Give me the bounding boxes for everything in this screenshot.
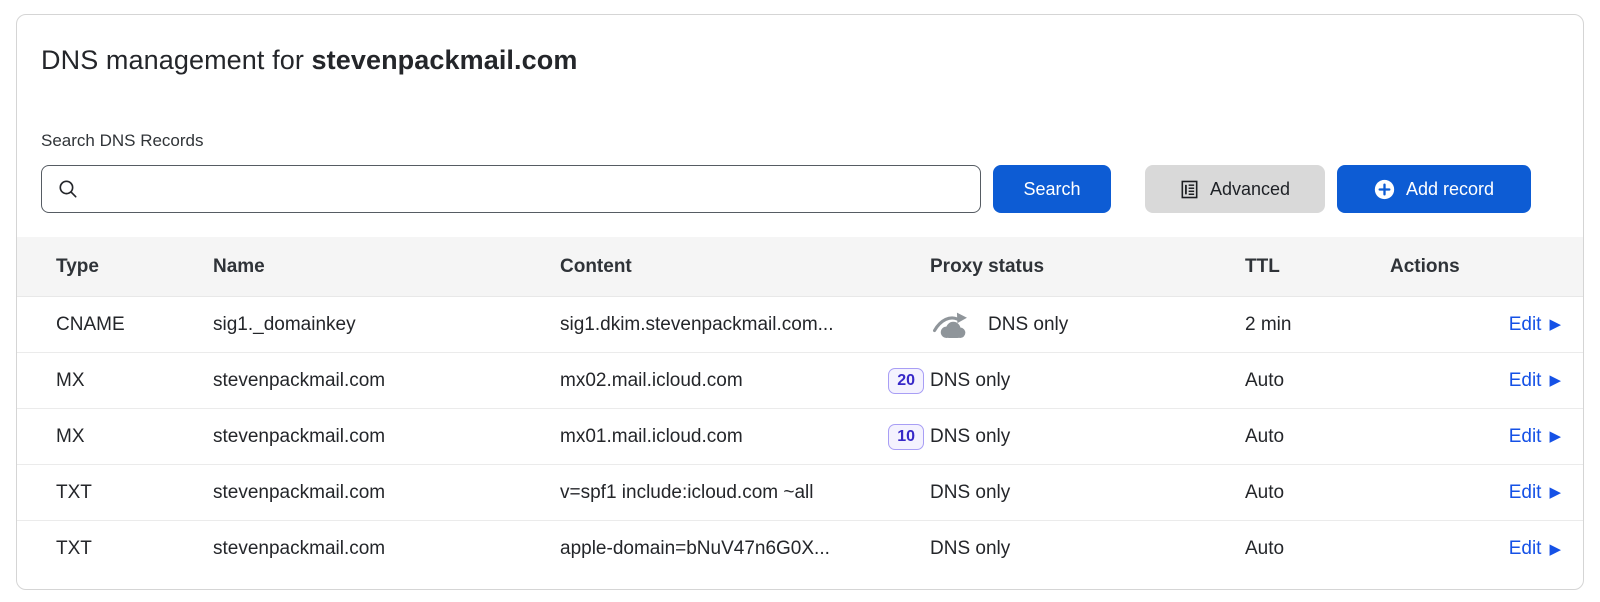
right-triangle-icon: ▶: [1549, 542, 1561, 557]
column-header-ttl: TTL: [1245, 256, 1390, 278]
right-triangle-icon: ▶: [1549, 485, 1561, 500]
record-name: stevenpackmail.com: [213, 370, 560, 392]
record-ttl: Auto: [1245, 538, 1390, 560]
add-record-button-label: Add record: [1406, 179, 1494, 200]
table-row: MX stevenpackmail.com mx02.mail.icloud.c…: [17, 353, 1583, 409]
column-header-actions: Actions: [1390, 256, 1583, 278]
record-ttl: 2 min: [1245, 314, 1390, 336]
record-ttl: Auto: [1245, 370, 1390, 392]
record-name: sig1._domainkey: [213, 314, 560, 336]
record-type: TXT: [17, 538, 213, 560]
plus-circle-icon: [1374, 179, 1395, 200]
domain-name: stevenpackmail.com: [312, 45, 578, 75]
record-type: MX: [17, 370, 213, 392]
page-title-prefix: DNS management for: [41, 45, 312, 75]
search-button-label: Search: [1023, 179, 1080, 200]
edit-link[interactable]: Edit ▶: [1509, 370, 1561, 392]
table-row: TXT stevenpackmail.com apple-domain=bNuV…: [17, 521, 1583, 577]
column-header-proxy-status: Proxy status: [930, 256, 1245, 278]
table-row: TXT stevenpackmail.com v=spf1 include:ic…: [17, 465, 1583, 521]
proxy-status-text: DNS only: [930, 538, 1010, 560]
record-ttl: Auto: [1245, 426, 1390, 448]
page-title: DNS management for stevenpackmail.com: [17, 45, 1583, 76]
column-header-content: Content: [560, 256, 930, 278]
priority-badge: 20: [888, 368, 924, 394]
record-name: stevenpackmail.com: [213, 482, 560, 504]
column-header-name: Name: [213, 256, 560, 278]
record-content: v=spf1 include:icloud.com ~all: [560, 482, 813, 504]
priority-badge: 10: [888, 424, 924, 450]
record-content: mx02.mail.icloud.com: [560, 370, 743, 392]
search-toolbar: Search Advanced Add record: [17, 165, 1583, 213]
record-type: MX: [17, 426, 213, 448]
table-header-row: Type Name Content Proxy status TTL Actio…: [17, 237, 1583, 297]
record-content: sig1.dkim.stevenpackmail.com...: [560, 314, 834, 336]
proxy-status-text: DNS only: [930, 426, 1010, 448]
record-type: CNAME: [17, 314, 213, 336]
edit-link-label: Edit: [1509, 538, 1542, 560]
right-triangle-icon: ▶: [1549, 373, 1561, 388]
edit-link-label: Edit: [1509, 482, 1542, 504]
right-triangle-icon: ▶: [1549, 429, 1561, 444]
search-label: Search DNS Records: [17, 131, 1583, 151]
dns-management-card: DNS management for stevenpackmail.com Se…: [16, 14, 1584, 590]
search-button[interactable]: Search: [993, 165, 1111, 213]
edit-link-label: Edit: [1509, 370, 1542, 392]
edit-link[interactable]: Edit ▶: [1509, 538, 1561, 560]
record-ttl: Auto: [1245, 482, 1390, 504]
column-header-type: Type: [17, 256, 213, 278]
advanced-button[interactable]: Advanced: [1145, 165, 1325, 213]
edit-link-label: Edit: [1509, 426, 1542, 448]
edit-link[interactable]: Edit ▶: [1509, 482, 1561, 504]
proxy-status-text: DNS only: [988, 314, 1068, 336]
record-name: stevenpackmail.com: [213, 426, 560, 448]
right-triangle-icon: ▶: [1549, 317, 1561, 332]
table-row: MX stevenpackmail.com mx01.mail.icloud.c…: [17, 409, 1583, 465]
list-document-icon: [1180, 180, 1199, 199]
proxy-status-text: DNS only: [930, 482, 1010, 504]
proxy-status-text: DNS only: [930, 370, 1010, 392]
add-record-button[interactable]: Add record: [1337, 165, 1531, 213]
edit-link-label: Edit: [1509, 314, 1542, 336]
record-type: TXT: [17, 482, 213, 504]
edit-link[interactable]: Edit ▶: [1509, 426, 1561, 448]
search-input[interactable]: [41, 165, 981, 213]
search-input-wrap: [41, 165, 981, 213]
cloud-arrow-icon: [930, 310, 972, 340]
advanced-button-label: Advanced: [1210, 179, 1290, 200]
dns-records-table: Type Name Content Proxy status TTL Actio…: [17, 237, 1583, 577]
edit-link[interactable]: Edit ▶: [1509, 314, 1561, 336]
record-content: apple-domain=bNuV47n6G0X...: [560, 538, 830, 560]
table-row: CNAME sig1._domainkey sig1.dkim.stevenpa…: [17, 297, 1583, 353]
record-content: mx01.mail.icloud.com: [560, 426, 743, 448]
record-name: stevenpackmail.com: [213, 538, 560, 560]
